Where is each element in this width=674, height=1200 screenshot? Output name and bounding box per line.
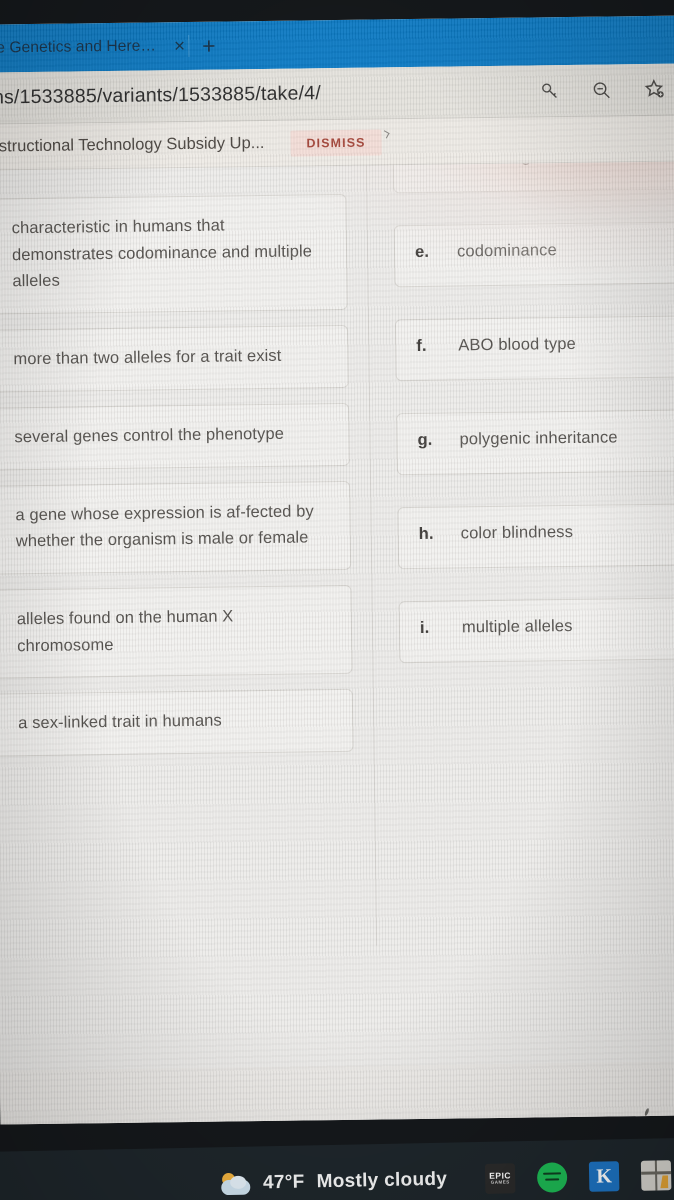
answer-label: polygenic inheritance: [459, 428, 618, 449]
spotify-icon[interactable]: [536, 1162, 568, 1193]
answer-label: ABO blood type: [458, 334, 577, 355]
prompt-card[interactable]: several genes control the phenotype: [0, 402, 350, 471]
address-bar-icons: [539, 64, 668, 118]
answer-label: codominance: [456, 241, 557, 261]
address-bar[interactable]: ns/1533885/variants/1533885/take/4/: [0, 63, 674, 125]
page-bottom-area: [0, 1061, 674, 1125]
cursor-artifact: [381, 130, 390, 139]
answer-option[interactable]: d. X-linked genes: [392, 161, 674, 194]
browser-tab[interactable]: e Genetics and Here… ×: [0, 35, 185, 57]
answer-option[interactable]: i. multiple alleles: [398, 596, 674, 664]
answer-option[interactable]: f. ABO blood type: [394, 314, 674, 382]
weather-temperature: 47°F: [262, 1171, 305, 1194]
notification-message: nstructional Technology Subsidy Up...: [0, 133, 265, 156]
close-icon[interactable]: ×: [174, 35, 185, 56]
column-divider: [365, 165, 378, 946]
blue-k-app-icon[interactable]: K: [588, 1161, 620, 1192]
weather-condition: Mostly cloudy: [316, 1168, 448, 1193]
answer-label: color blindness: [460, 522, 574, 543]
screen-photo: e Genetics and Here… × + ns/1533885/vari…: [0, 0, 674, 1200]
weather-widget[interactable]: 47°F Mostly cloudy: [220, 1168, 448, 1196]
quiz-content: characteristic in humans that demonstrat…: [0, 161, 674, 1071]
url-text[interactable]: ns/1533885/variants/1533885/take/4/: [0, 82, 321, 109]
answer-option[interactable]: e. codominance: [393, 220, 674, 288]
prompt-card[interactable]: characteristic in humans that demonstrat…: [0, 193, 348, 315]
answer-label: multiple alleles: [461, 616, 573, 637]
prompt-card[interactable]: alleles found on the human X chromosome: [0, 584, 353, 680]
answer-option[interactable]: g. polygenic inheritance: [396, 408, 674, 476]
tab-divider: [188, 34, 190, 57]
answer-letter: h.: [418, 524, 434, 543]
zoom-out-icon[interactable]: [591, 79, 613, 101]
windows-taskbar: 47°F Mostly cloudy EPIC GAMES K: [0, 1137, 674, 1200]
answer-letter: g.: [417, 430, 433, 449]
key-icon[interactable]: [539, 80, 561, 102]
answer-letter: e.: [414, 242, 430, 261]
new-tab-icon[interactable]: +: [202, 32, 216, 58]
answer-letter: i.: [419, 618, 430, 637]
window-app-icon[interactable]: [640, 1160, 672, 1191]
epic-games-icon[interactable]: EPIC GAMES: [484, 1163, 516, 1194]
dust-speck: [643, 1107, 650, 1117]
tab-title: e Genetics and Here…: [0, 37, 157, 57]
prompt-card[interactable]: a sex-linked trait in humans: [0, 689, 354, 757]
add-favorite-icon[interactable]: [643, 78, 667, 102]
answer-letter: f.: [416, 336, 427, 355]
answer-column: d. X-linked genes e. codominance f. ABO …: [392, 161, 674, 664]
monitor-screen: e Genetics and Here… × + ns/1533885/vari…: [0, 15, 674, 1125]
prompt-column: characteristic in humans that demonstrat…: [0, 193, 354, 757]
answer-option[interactable]: h. color blindness: [397, 502, 674, 570]
prompt-card[interactable]: more than two alleles for a trait exist: [0, 325, 349, 393]
partly-cloudy-icon: [220, 1172, 251, 1196]
dismiss-button[interactable]: DISMISS: [290, 128, 382, 157]
prompt-card[interactable]: a gene whose expression is af-fected by …: [0, 480, 352, 575]
